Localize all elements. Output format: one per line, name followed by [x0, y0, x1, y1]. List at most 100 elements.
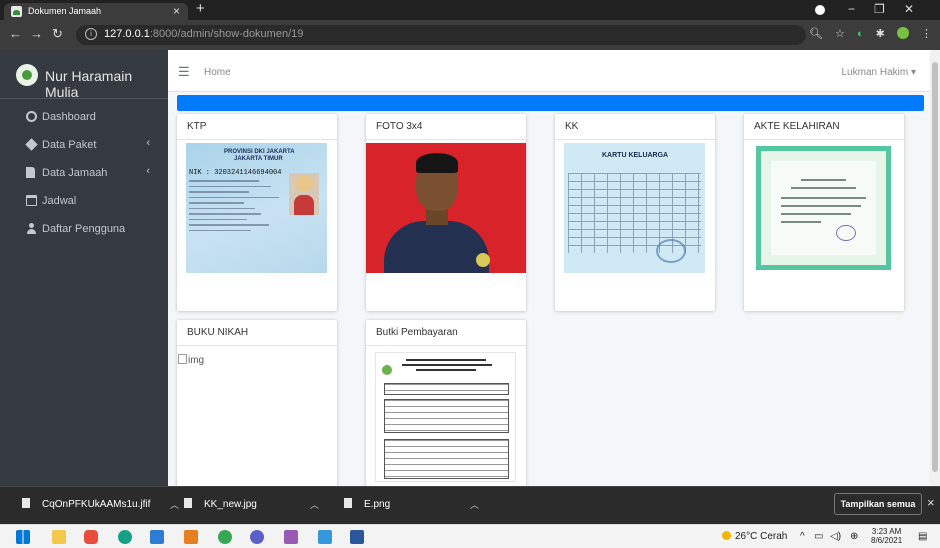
tray-chevron-icon[interactable]: ^ — [800, 531, 805, 542]
extensions-puzzle-icon[interactable]: ✱ — [876, 28, 885, 40]
sidebar-item-label: Dashboard — [42, 111, 96, 123]
download-filename: KK_new.jpg — [204, 499, 257, 510]
restore-icon[interactable]: ❐ — [874, 2, 885, 16]
downloads-bar: CqOnPFKUkAAMs1u.jfif ︿ KK_new.jpg ︿ E.pn… — [0, 486, 940, 524]
browser-menu-icon[interactable]: ⋮ — [921, 28, 932, 40]
sidebar-item-daftar-pengguna[interactable]: Daftar Pengguna — [0, 216, 168, 244]
clock-date: 8/6/2021 — [871, 536, 903, 545]
file-explorer-icon[interactable] — [52, 530, 66, 544]
sun-icon — [722, 531, 731, 540]
show-all-button[interactable]: Tampilkan semua — [834, 493, 922, 515]
edge-icon[interactable] — [118, 530, 132, 544]
document-card-akte: AKTE KELAHIRAN — [744, 114, 904, 311]
site-info-icon[interactable]: i — [85, 28, 97, 40]
battery-icon[interactable]: ▭ — [814, 531, 823, 542]
file-icon — [184, 498, 192, 508]
network-icon[interactable]: ⊕ — [850, 531, 858, 542]
bookmark-star-icon[interactable]: ☆ — [835, 28, 845, 40]
sidebar-item-dashboard[interactable]: Dashboard — [0, 104, 168, 132]
home-link[interactable]: Home — [204, 67, 231, 78]
brand-logo-icon — [16, 64, 38, 86]
ktp-province-text: PROVINSI DKI JAKARTA — [224, 149, 295, 155]
url-input[interactable]: i 127.0.0.1:8000/admin/show-dokumen/19 — [76, 25, 806, 45]
vscode-icon[interactable] — [150, 530, 164, 544]
zoom-icon[interactable]: 🔍︎ — [809, 28, 823, 40]
broken-image[interactable]: img — [178, 354, 204, 366]
bukti-pembayaran-image[interactable] — [375, 352, 516, 482]
kk-stamp — [656, 239, 686, 263]
download-filename: CqOnPFKUkAAMs1u.jfif — [42, 499, 151, 510]
ktp-image[interactable]: PROVINSI DKI JAKARTA JAKARTA TIMUR NIK :… — [186, 143, 327, 273]
app-icon[interactable] — [250, 530, 264, 544]
windows-start-icon[interactable] — [16, 530, 30, 544]
user-dropdown[interactable]: Lukman Hakim ▾ — [842, 67, 917, 78]
main-content: KTP PROVINSI DKI JAKARTA JAKARTA TIMUR N… — [168, 92, 930, 486]
brand-link[interactable]: Nur Haramain Mulia — [0, 50, 168, 100]
scrollbar-thumb[interactable] — [932, 62, 938, 472]
page-scrollbar[interactable] — [930, 50, 940, 486]
document-card-ktp: KTP PROVINSI DKI JAKARTA JAKARTA TIMUR N… — [177, 114, 337, 311]
address-bar-icons: 🔍︎ ☆ ◐ ✱ ⋮ — [800, 27, 932, 40]
word-icon[interactable] — [350, 530, 364, 544]
volume-icon[interactable]: ◁) — [830, 531, 841, 542]
brand-name: Nur Haramain Mulia — [45, 68, 133, 100]
ktp-detail-lines — [189, 180, 289, 235]
browser-tab[interactable]: Dokumen Jamaah × — [4, 3, 188, 20]
sidebar-item-label: Daftar Pengguna — [42, 223, 126, 235]
top-navbar: ☰ Home Lukman Hakim ▾ — [168, 50, 930, 92]
back-icon[interactable]: ← — [9, 26, 22, 41]
document-card-kk: KK KARTU KELUARGA — [555, 114, 715, 311]
document-card-buku-nikah: BUKU NIKAH — [177, 320, 337, 486]
url-text: 127.0.0.1:8000/admin/show-dokumen/19 — [104, 28, 304, 40]
card-title: BUKU NIKAH — [177, 320, 337, 346]
sidebar-item-jadwal[interactable]: Jadwal — [0, 188, 168, 216]
new-tab-icon[interactable]: + — [196, 0, 205, 17]
tab-close-icon[interactable]: × — [173, 4, 180, 18]
site-favicon-icon — [11, 6, 22, 17]
chevron-up-icon[interactable]: ︿ — [470, 498, 479, 511]
profile-avatar-icon[interactable] — [896, 27, 909, 39]
system-clock[interactable]: 3:23 AM 8/6/2021 — [871, 527, 902, 545]
ktp-nik-text: NIK : 3203241146694004 — [189, 169, 282, 177]
akte-seal — [836, 225, 856, 241]
extension-icon[interactable]: ◐ — [857, 28, 864, 40]
ktp-city-text: JAKARTA TIMUR — [234, 156, 283, 162]
foto-image[interactable] — [366, 143, 526, 273]
weather-text: 26°C Cerah — [735, 531, 788, 542]
forward-icon[interactable]: → — [30, 26, 43, 41]
windows-taskbar: 26°C Cerah ^ ▭ ◁) ⊕ 3:23 AM 8/6/2021 ▤ — [0, 524, 940, 548]
record-icon[interactable] — [815, 5, 825, 15]
photos-icon[interactable] — [318, 530, 332, 544]
kk-table — [568, 173, 701, 253]
broken-image-alt: img — [188, 355, 205, 366]
sidebar-item-data-paket[interactable]: Data Paket ‹ — [0, 132, 168, 160]
sidebar: Nur Haramain Mulia Dashboard Data Paket … — [0, 50, 168, 486]
notification-icon[interactable]: ▤ — [918, 531, 927, 542]
file-icon — [26, 167, 35, 178]
weather-widget[interactable]: 26°C Cerah — [722, 531, 787, 542]
office-icon[interactable] — [84, 530, 98, 544]
tachometer-icon — [26, 111, 37, 122]
download-item[interactable]: E.png ︿ — [344, 498, 479, 510]
sidebar-item-data-jamaah[interactable]: Data Jamaah ‹ — [0, 160, 168, 188]
download-item[interactable]: CqOnPFKUkAAMs1u.jfif ︿ — [22, 498, 179, 510]
chrome-icon[interactable] — [218, 530, 232, 544]
xampp-icon[interactable] — [184, 530, 198, 544]
card-title: AKTE KELAHIRAN — [744, 114, 904, 140]
card-title: KTP — [177, 114, 337, 140]
reload-icon[interactable]: ↻ — [52, 26, 63, 42]
minimize-icon[interactable]: − — [848, 2, 855, 16]
tab-title: Dokumen Jamaah — [28, 6, 102, 16]
chevron-up-icon[interactable]: ︿ — [310, 498, 319, 511]
sidebar-item-label: Jadwal — [42, 195, 77, 207]
akte-image[interactable] — [753, 143, 894, 273]
download-filename: E.png — [364, 499, 391, 510]
download-item[interactable]: KK_new.jpg ︿ — [184, 498, 319, 510]
kk-image[interactable]: KARTU KELUARGA — [564, 143, 705, 273]
close-downloads-icon[interactable]: × — [927, 495, 935, 510]
hamburger-menu-icon[interactable]: ☰ — [178, 64, 190, 80]
app-icon[interactable] — [284, 530, 298, 544]
chevron-up-icon[interactable]: ︿ — [170, 498, 179, 511]
browser-tab-strip: Dokumen Jamaah × + − ❐ ✕ — [0, 0, 940, 20]
close-window-icon[interactable]: ✕ — [904, 2, 914, 16]
